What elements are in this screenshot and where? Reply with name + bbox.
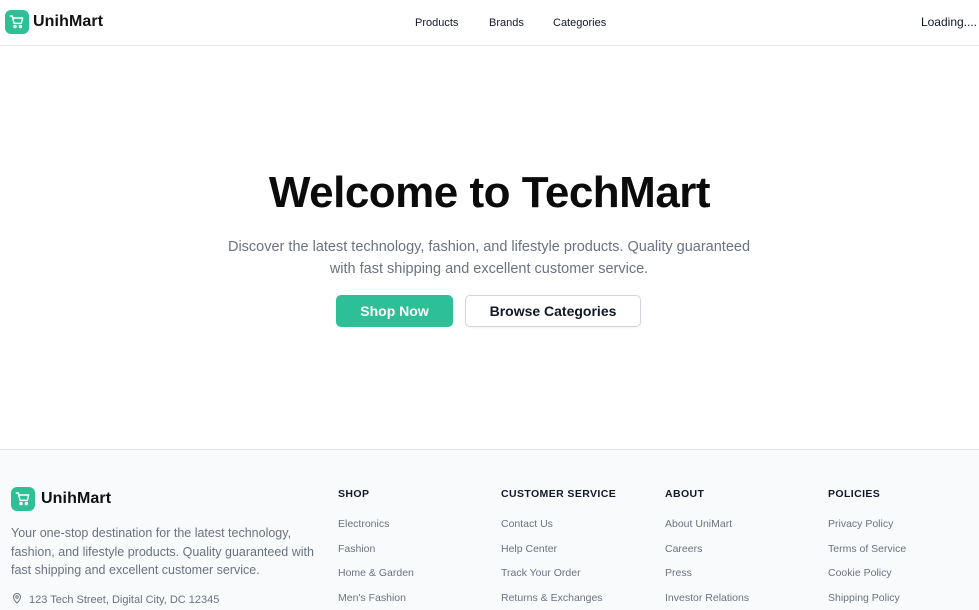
browse-categories-button[interactable]: Browse Categories xyxy=(465,295,641,327)
footer-column-policies: POLICIES Privacy Policy Terms of Service… xyxy=(828,488,906,604)
hero-subtitle: Discover the latest technology, fashion,… xyxy=(227,239,751,277)
footer-link[interactable]: Electronics xyxy=(338,518,389,530)
column-title: ABOUT xyxy=(665,488,705,500)
footer-link[interactable]: Home & Garden xyxy=(338,567,414,579)
footer-description: Your one-stop destination for the latest… xyxy=(11,526,314,577)
footer-link[interactable]: About UniMart xyxy=(665,518,732,530)
column-title: CUSTOMER SERVICE xyxy=(501,488,617,500)
footer-link[interactable]: Cookie Policy xyxy=(828,567,892,579)
brand-logo-link[interactable]: UnihMart xyxy=(5,9,103,35)
footer-link[interactable]: Shipping Policy xyxy=(828,592,900,604)
footer-brand-name: UnihMart xyxy=(41,490,112,507)
footer-column-customer-service: CUSTOMER SERVICE Contact Us Help Center … xyxy=(501,488,617,604)
nav-products[interactable]: Products xyxy=(415,17,458,29)
footer-link[interactable]: Privacy Policy xyxy=(828,518,893,530)
footer-link[interactable]: Men's Fashion xyxy=(338,592,406,604)
footer-link[interactable]: Careers xyxy=(665,543,702,555)
shopping-cart-icon xyxy=(5,10,29,34)
footer-link[interactable]: Fashion xyxy=(338,543,375,555)
footer-column-about: ABOUT About UniMart Careers Press Invest… xyxy=(665,488,749,604)
footer-link[interactable]: Track Your Order xyxy=(501,567,581,579)
footer-link[interactable]: Terms of Service xyxy=(828,543,906,555)
footer-brand[interactable]: UnihMart xyxy=(11,487,111,511)
address-text: 123 Tech Street, Digital City, DC 12345 xyxy=(29,593,220,606)
nav-brands[interactable]: Brands xyxy=(489,17,524,29)
shopping-cart-icon xyxy=(11,487,35,511)
footer-link[interactable]: Returns & Exchanges xyxy=(501,592,603,604)
nav-categories[interactable]: Categories xyxy=(553,17,606,29)
brand-name: UnihMart xyxy=(33,13,104,30)
footer-address: 123 Tech Street, Digital City, DC 12345 xyxy=(11,592,219,607)
hero-title: Welcome to TechMart xyxy=(268,168,711,217)
footer-link[interactable]: Help Center xyxy=(501,543,557,555)
column-title: POLICIES xyxy=(828,488,881,500)
footer-link[interactable]: Contact Us xyxy=(501,518,553,530)
footer-column-shop: SHOP Electronics Fashion Home & Garden M… xyxy=(338,488,414,604)
site-header: UnihMart Products Brands Categories Load… xyxy=(0,0,979,46)
footer-link[interactable]: Press xyxy=(665,567,692,579)
map-pin-icon xyxy=(11,592,23,607)
footer-link[interactable]: Investor Relations xyxy=(665,592,749,604)
column-title: SHOP xyxy=(338,488,370,500)
shop-now-button[interactable]: Shop Now xyxy=(336,295,453,327)
site-footer: UnihMart Your one-stop destination for t… xyxy=(0,449,979,610)
loading-status: Loading.... xyxy=(920,15,977,29)
